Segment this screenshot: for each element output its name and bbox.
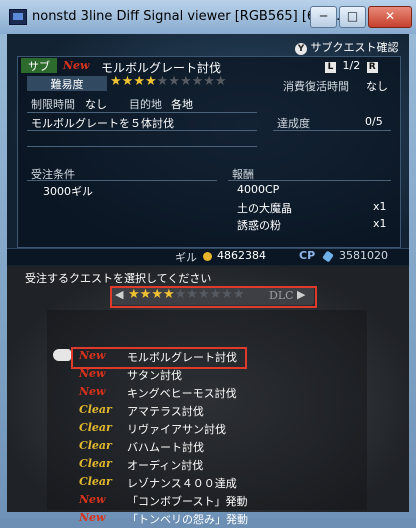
- quest-name: リヴァイアサン討伐: [127, 423, 226, 436]
- gil-coin-icon: [203, 252, 212, 261]
- progress-value: 0/5: [365, 115, 383, 128]
- cp-value: 3581020: [339, 249, 388, 262]
- gil-value: 4862384: [217, 249, 266, 262]
- page-indicator: L 1/2 R: [325, 59, 378, 73]
- time-limit-value: なし: [85, 98, 107, 111]
- quest-name: キングベヒーモス討伐: [127, 387, 237, 400]
- title-bar[interactable]: nonstd 3line Diff Signal viewer [RGB565]…: [0, 0, 416, 34]
- selection-highlight-box: [71, 347, 247, 369]
- destination-label: 目的地: [129, 98, 162, 111]
- reward-qty: x1: [373, 200, 387, 213]
- quest-status-badge: New: [79, 385, 106, 398]
- divider: [27, 130, 257, 131]
- quest-name: 「トンベリの怨み」発動: [127, 513, 248, 526]
- difficulty-label: 難易度: [27, 76, 107, 91]
- divider: [27, 146, 257, 147]
- quest-name: サタン討伐: [127, 369, 182, 382]
- maximize-button[interactable]: □: [339, 6, 366, 28]
- new-badge: New: [63, 59, 90, 72]
- star-empty-icon: ★: [156, 74, 169, 89]
- reward-item: 4000CP: [237, 183, 280, 196]
- viewer-window: nonstd 3line Diff Signal viewer [RGB565]…: [0, 0, 416, 526]
- subquest-confirm-label: サブクエスト確認: [310, 41, 399, 54]
- difficulty-stars: ★★★★★★★★★★: [110, 74, 227, 89]
- quest-name: オーディン討伐: [127, 459, 204, 472]
- star-empty-icon: ★: [203, 74, 215, 89]
- star-empty-icon: ★: [214, 74, 227, 89]
- close-button[interactable]: ✕: [368, 6, 412, 28]
- cp-label: CP: [299, 249, 316, 262]
- quest-status-badge: Clear: [79, 421, 112, 434]
- hand-cursor-icon: [53, 349, 71, 361]
- reward-item: 土の大魔晶: [237, 202, 292, 215]
- quest-status-badge: New: [79, 493, 106, 506]
- star-filled-icon: ★: [133, 74, 145, 89]
- divider: [228, 180, 391, 181]
- emulator-screen: Y サブクエスト確認 サブ New モルボルグレート討伐 L 1/2 R 難易度…: [7, 34, 409, 526]
- progress-label: 達成度: [277, 117, 310, 130]
- destination-value: 各地: [171, 98, 193, 111]
- window-title: nonstd 3line Diff Signal viewer [RGB565]…: [32, 9, 341, 24]
- page-number: 1/2: [342, 59, 361, 72]
- subquest-confirm-button[interactable]: Y サブクエスト確認: [295, 39, 399, 55]
- r-button-icon: R: [366, 62, 378, 73]
- revival-value: なし: [366, 80, 388, 93]
- minimize-button[interactable]: ─: [310, 6, 337, 28]
- quest-status-badge: Clear: [79, 403, 112, 416]
- y-button-icon: Y: [295, 43, 307, 55]
- revival-label: 消費復活時間: [283, 80, 349, 93]
- reward-qty: x1: [373, 217, 387, 230]
- quest-name: バハムート討伐: [127, 441, 204, 454]
- top-screen: Y サブクエスト確認 サブ New モルボルグレート討伐 L 1/2 R 難易度…: [7, 34, 409, 266]
- reward-item: 誘惑の粉: [237, 219, 281, 232]
- filter-highlight-box: [110, 286, 317, 308]
- divider: [27, 180, 217, 181]
- time-limit-label: 制限時間: [31, 98, 75, 111]
- star-empty-icon: ★: [168, 74, 180, 89]
- quest-name: レゾナンス４００達成: [127, 477, 237, 490]
- quest-description: モルボルグレートを５体討伐: [31, 117, 174, 130]
- divider: [27, 112, 257, 113]
- divider: [273, 130, 391, 131]
- star-empty-icon: ★: [179, 74, 192, 89]
- star-empty-icon: ★: [191, 74, 204, 89]
- star-filled-icon: ★: [144, 74, 157, 89]
- star-filled-icon: ★: [121, 74, 134, 89]
- quest-name: アマテラス討伐: [127, 405, 204, 418]
- conditions-value: 3000ギル: [43, 185, 93, 198]
- gil-label: ギル: [175, 251, 197, 264]
- star-filled-icon: ★: [110, 74, 122, 89]
- quest-name: 「コンボブースト」発動: [127, 495, 248, 508]
- quest-status-badge: Clear: [79, 439, 112, 452]
- quest-status-badge: Clear: [79, 475, 112, 488]
- l-button-icon: L: [325, 62, 336, 73]
- app-icon: [9, 9, 27, 25]
- selection-prompt: 受注するクエストを選択してください: [25, 272, 212, 285]
- quest-status-badge: Clear: [79, 457, 112, 470]
- bottom-screen: 受注するクエストを選択してください ◀ ★★★★★★★★★★ DLC ▶ New…: [7, 266, 409, 526]
- category-badge: サブ: [21, 58, 57, 73]
